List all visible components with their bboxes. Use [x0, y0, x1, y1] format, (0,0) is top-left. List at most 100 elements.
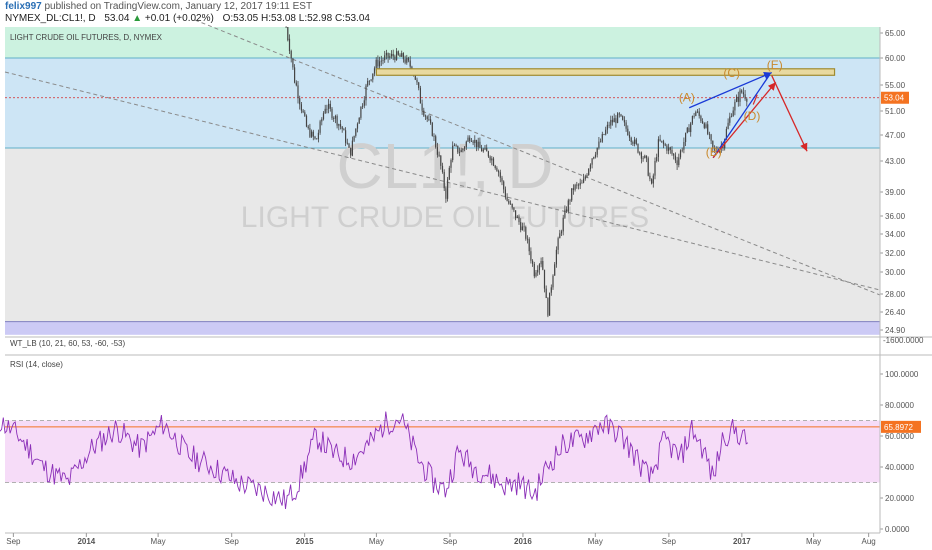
candle-body — [702, 121, 704, 124]
candle-body — [452, 145, 454, 161]
candle-body — [458, 152, 461, 153]
candle-body — [299, 98, 301, 105]
candle-body — [649, 175, 651, 180]
candle-body — [294, 67, 296, 83]
candle-body — [685, 132, 687, 143]
candle-body — [372, 73, 374, 80]
candle-body — [317, 132, 320, 140]
candle-body — [336, 116, 338, 126]
candle-body — [430, 119, 432, 123]
wave-label: (C) — [723, 66, 740, 80]
candle-body — [566, 209, 568, 212]
candle-body — [472, 141, 474, 144]
author-link[interactable]: felix997 — [5, 1, 42, 12]
candle-body — [506, 197, 508, 201]
candle-body — [314, 136, 316, 139]
candle-body — [664, 144, 666, 146]
candle-body — [443, 172, 445, 189]
y-tick-label: 26.40 — [885, 308, 906, 317]
candle-body — [462, 148, 464, 151]
candle-body — [613, 118, 615, 123]
price-pane[interactable]: CL1!, D LIGHT CRUDE OIL FUTURES (A) (B) (C… — [4, 19, 909, 337]
candle-body — [419, 88, 422, 104]
symbol-name[interactable]: NYMEX_DL:CL1!, D — [5, 13, 96, 24]
candle-body — [659, 139, 661, 141]
candle-body — [598, 141, 600, 148]
y-tick-label: 65.00 — [885, 29, 906, 38]
candle-body — [678, 157, 680, 166]
last-price-tag-label: 53.04 — [884, 94, 905, 103]
candle-body — [486, 147, 488, 152]
watermark-symbol: CL1!, D — [337, 130, 554, 202]
candle-body — [683, 142, 685, 150]
candle-body — [690, 123, 692, 133]
candle-body — [656, 157, 658, 161]
candle-body — [302, 110, 304, 113]
rsi-value-tag-label: 65.8972 — [884, 423, 913, 432]
publish-line: felix997 published on TradingView.com, J… — [5, 1, 312, 12]
candle-body — [666, 145, 668, 151]
y-tick-label: 60.00 — [885, 54, 906, 63]
candle-body — [618, 113, 620, 115]
candle-body — [523, 226, 525, 228]
candle-body — [511, 203, 513, 208]
y-tick-label: 51.00 — [885, 107, 906, 116]
candle-body — [290, 51, 292, 59]
candle-body — [700, 115, 702, 122]
candle-body — [644, 155, 646, 158]
candle-body — [651, 179, 653, 184]
wt-lb-tick: -1600.0000 — [883, 336, 924, 345]
candle-body — [421, 103, 423, 111]
candle-body — [300, 104, 303, 111]
x-tick-label: Sep — [6, 537, 21, 546]
candle-body — [520, 222, 522, 231]
candle-body — [321, 119, 323, 122]
x-tick-label: Sep — [662, 537, 677, 546]
candle-body — [487, 151, 490, 157]
candle-body — [367, 80, 369, 86]
candle-body — [705, 124, 707, 128]
candle-body — [438, 154, 440, 156]
candle-body — [285, 27, 287, 28]
candle-body — [532, 260, 534, 264]
candle-body — [708, 133, 711, 135]
candle-body — [464, 147, 466, 149]
candle-body — [693, 115, 695, 117]
rsi-band — [5, 420, 880, 483]
candle-body — [324, 108, 326, 114]
rsi-pane[interactable]: RSI (14, close) 100.0000 80.0000 60.0000 40… — [0, 360, 921, 534]
candle-body — [345, 130, 347, 143]
candle-body — [603, 134, 605, 135]
candle-body — [469, 137, 471, 141]
candle-body — [428, 119, 430, 120]
candle-body — [494, 165, 496, 168]
candle-body — [356, 123, 359, 129]
y-tick-label: 32.00 — [885, 249, 906, 258]
candle-body — [501, 177, 503, 182]
x-tick-label: May — [151, 537, 166, 546]
candle-body — [423, 110, 425, 116]
candle-body — [583, 178, 585, 183]
candle-body — [696, 111, 699, 113]
candle-body — [389, 56, 391, 58]
candle-body — [341, 126, 343, 130]
candle-body — [742, 92, 745, 95]
candle-body — [608, 124, 610, 126]
wt-lb-pane[interactable]: WT_LB (10, 21, 60, 53, -60, -53) -1600.0… — [10, 336, 924, 348]
candle-body — [554, 264, 556, 276]
watermark-name: LIGHT CRUDE OIL FUTURES — [241, 201, 649, 234]
candle-body — [737, 96, 739, 102]
candle-body — [542, 260, 544, 270]
candle-body — [338, 124, 340, 126]
candle-body — [606, 124, 609, 130]
candle-body — [630, 137, 632, 142]
candle-body — [346, 142, 348, 144]
price-pane-title: LIGHT CRUDE OIL FUTURES, D, NYMEX — [10, 33, 163, 42]
y-tick-label: 36.00 — [885, 212, 906, 221]
candle-body — [457, 145, 459, 153]
rsi-tick-label: 60.0000 — [885, 432, 914, 441]
candle-body — [492, 158, 495, 166]
candle-body — [698, 111, 700, 116]
candle-body — [387, 52, 389, 58]
time-axis: Sep 2014 May Sep 2015 May Sep 2016 May Sep 2017 May… — [6, 533, 876, 546]
